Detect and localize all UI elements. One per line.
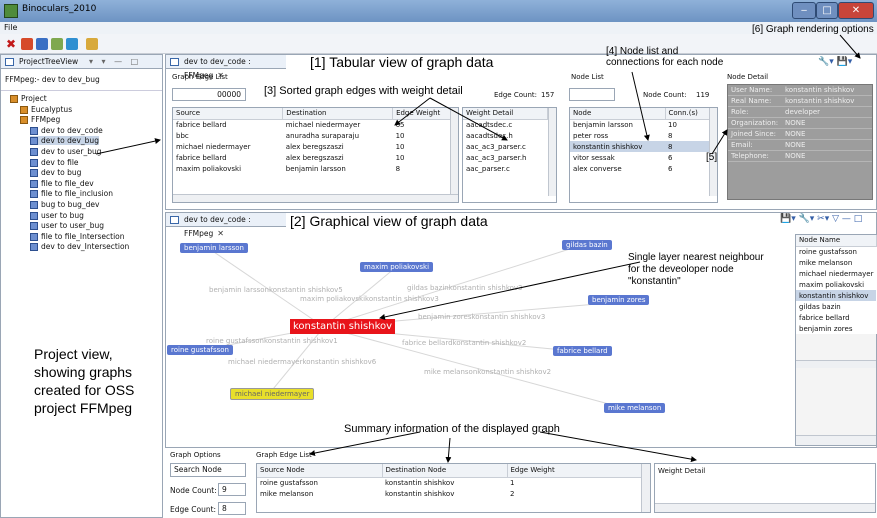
annotation-arrows <box>95 34 861 463</box>
